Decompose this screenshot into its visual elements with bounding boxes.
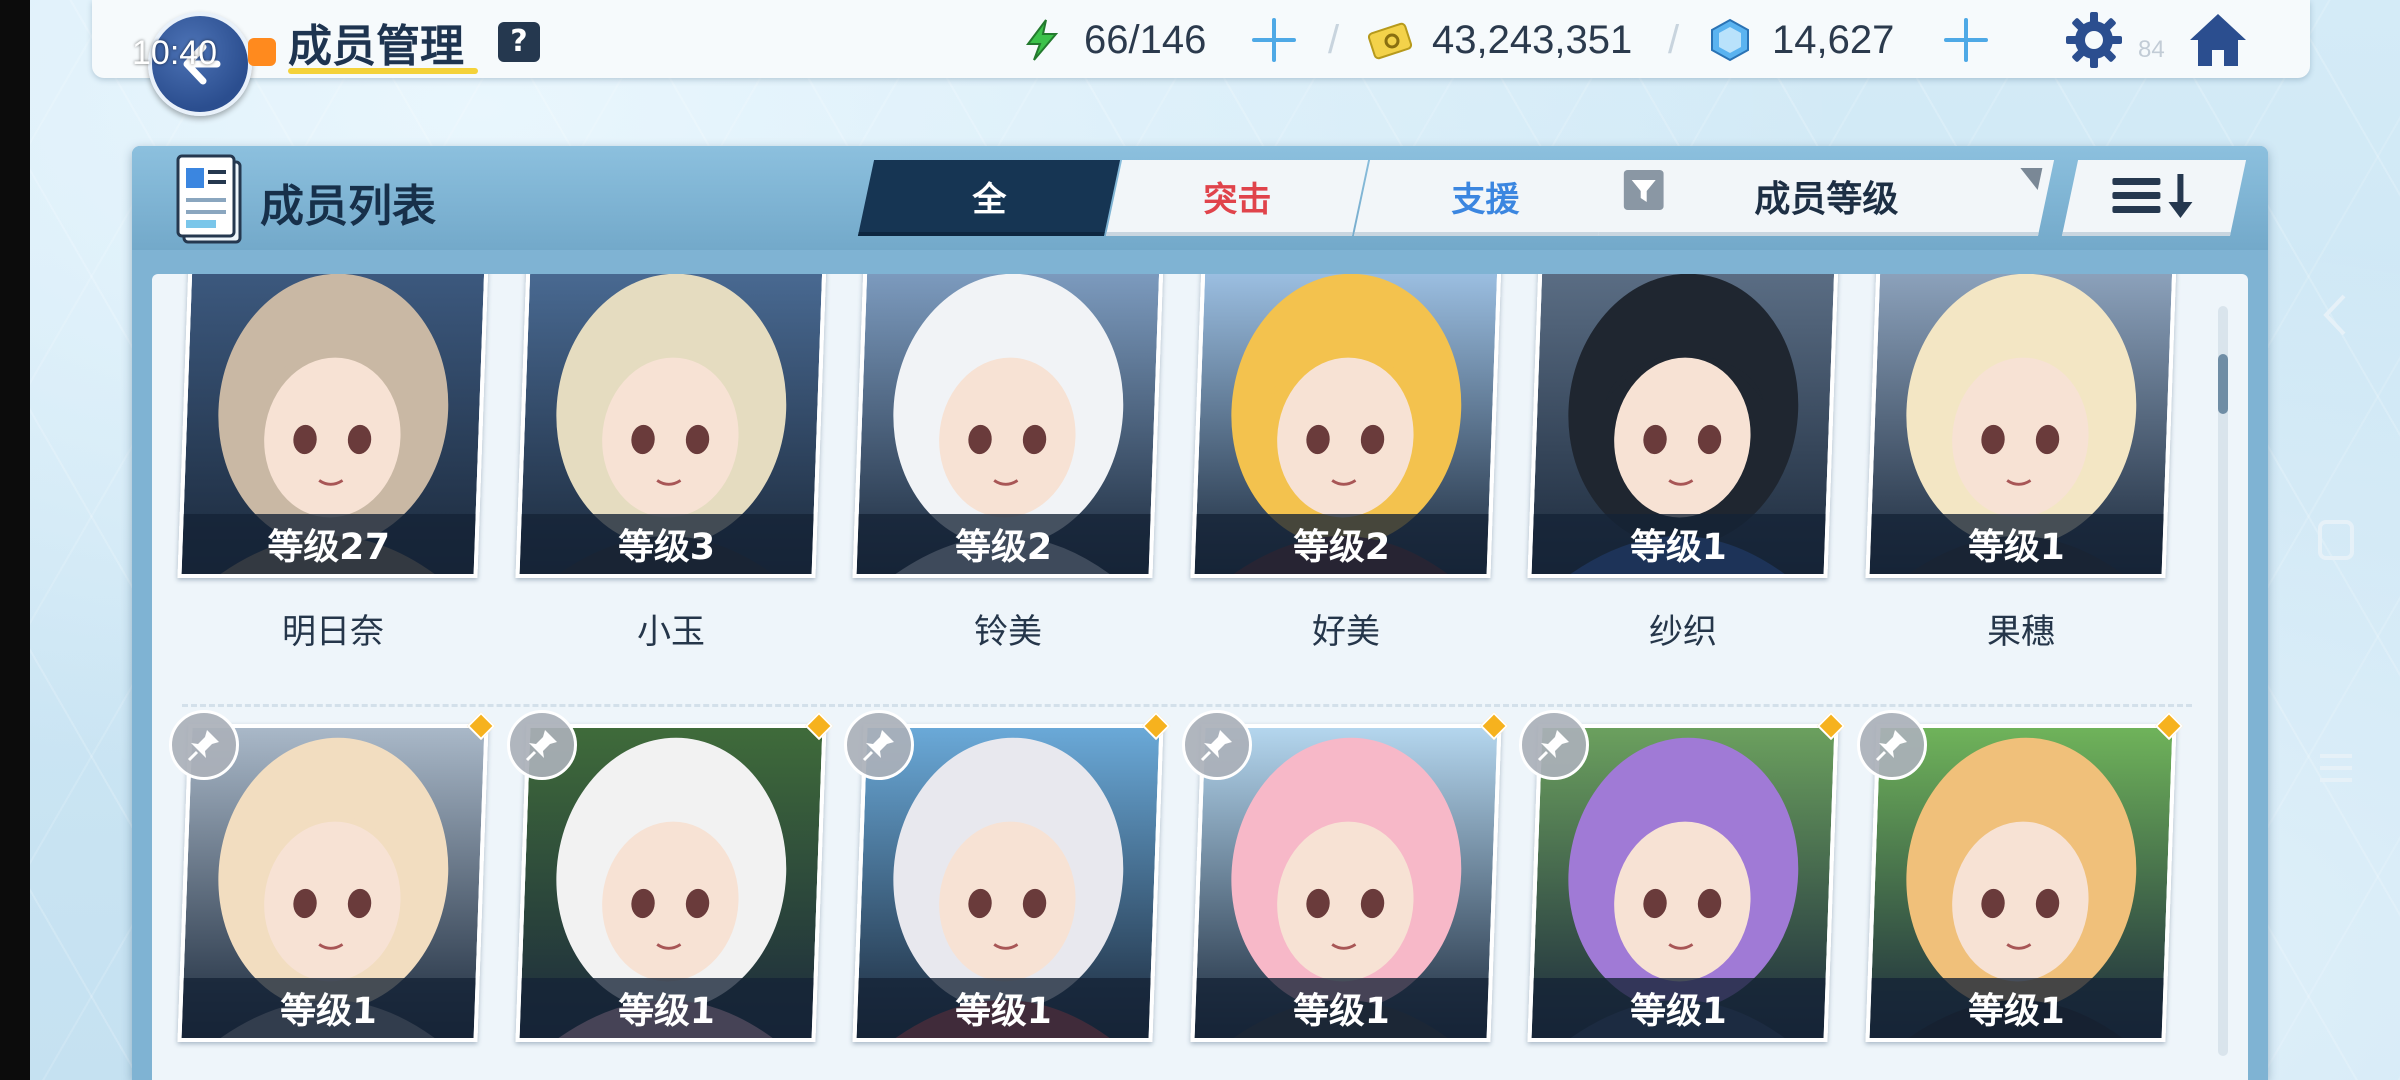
member-panel: 成员列表 全 突击 支援 成员等级 等级27 明日奈 等级3 小玉 等级2 铃美… <box>132 146 2268 1080</box>
gem-value: 14,627 <box>1772 17 1895 62</box>
credit-card-icon <box>1368 22 1412 60</box>
member-card[interactable]: 等级1 <box>1182 710 1509 1080</box>
member-name: 小玉 <box>637 612 705 652</box>
ap-value: 66/146 <box>1084 17 1207 62</box>
member-level: 等级1 <box>1531 514 1826 574</box>
pin-icon <box>1200 730 1232 762</box>
sort-dropdown[interactable]: 成员等级 <box>1597 160 2055 236</box>
divider: / <box>1328 18 1340 62</box>
member-portrait: 等级27 <box>177 274 489 578</box>
member-portrait: 等级3 <box>515 274 827 578</box>
pin-button[interactable] <box>507 710 577 780</box>
tab-label: 支援 <box>1451 179 1520 220</box>
member-level: 等级27 <box>181 514 476 574</box>
notification-icon <box>248 38 276 66</box>
member-card[interactable]: 等级1 纱织 <box>1527 274 1839 660</box>
scrollbar[interactable] <box>2218 306 2228 1056</box>
member-card[interactable]: 等级1 <box>169 710 496 1080</box>
divider: / <box>1668 18 1680 62</box>
pin-button[interactable] <box>169 710 239 780</box>
tab-striker[interactable]: 突击 <box>1105 160 1369 236</box>
member-card[interactable]: 等级1 果穗 <box>1865 274 2177 660</box>
screen-edge <box>0 0 30 1080</box>
panel-header: 成员列表 全 突击 支援 成员等级 <box>132 146 2268 250</box>
member-portrait: 等级2 <box>852 274 1164 578</box>
member-level: 等级1 <box>1194 978 1489 1038</box>
member-name: 明日奈 <box>282 612 384 652</box>
home-icon[interactable] <box>2186 10 2250 70</box>
pin-icon <box>525 730 557 762</box>
member-list-icon <box>176 154 242 244</box>
member-level: 等级2 <box>856 514 1151 574</box>
credit-display: 43,243,351 <box>1368 12 1632 68</box>
member-card[interactable]: 等级1 <box>844 710 1171 1080</box>
member-portrait: 等级1 <box>1527 274 1839 578</box>
pin-icon <box>187 730 219 762</box>
member-name: 好美 <box>1312 612 1380 652</box>
member-level: 等级3 <box>519 514 814 574</box>
gem-display: 14,627 <box>1708 12 1894 68</box>
faint-number: 84 <box>2138 36 2165 63</box>
member-portrait: 等级1 <box>1865 274 2177 578</box>
pin-button[interactable] <box>1182 710 1252 780</box>
pin-button[interactable] <box>844 710 914 780</box>
row-divider <box>182 704 2192 707</box>
member-card[interactable]: 等级3 小玉 <box>515 274 827 660</box>
pin-icon <box>1537 730 1569 762</box>
help-button[interactable]: ? <box>498 22 540 62</box>
pin-icon <box>1875 730 1907 762</box>
nav-back-icon[interactable] <box>2316 290 2356 340</box>
member-level: 等级1 <box>1869 978 2164 1038</box>
member-level: 等级1 <box>856 978 1151 1038</box>
sort-order-button[interactable] <box>2061 160 2247 236</box>
tab-label: 突击 <box>1203 179 1272 220</box>
member-card[interactable]: 等级2 好美 <box>1190 274 1502 660</box>
page-title: 成员管理 <box>288 21 464 72</box>
member-level: 等级1 <box>1869 514 2164 574</box>
member-level: 等级1 <box>519 978 814 1038</box>
sort-order-icon <box>2112 174 2193 218</box>
member-name: 纱织 <box>1649 612 1717 652</box>
member-name: 铃美 <box>974 612 1042 652</box>
title-underline <box>288 68 478 74</box>
scroll-thumb[interactable] <box>2218 354 2228 414</box>
ap-bolt-icon <box>1026 19 1059 61</box>
member-card[interactable]: 等级1 <box>1857 710 2184 1080</box>
ap-display: 66/146 <box>1020 12 1206 68</box>
tab-all[interactable]: 全 <box>857 160 1121 236</box>
sort-label: 成员等级 <box>1754 179 1899 220</box>
tab-special[interactable]: 支援 <box>1353 160 1617 236</box>
gem-icon <box>1711 18 1749 62</box>
member-level: 等级1 <box>1531 978 1826 1038</box>
member-grid: 等级27 明日奈 等级3 小玉 等级2 铃美 等级2 好美 等级1 纱织 等级1 果穗 等级1 等级1 等级… <box>152 274 2248 1080</box>
role-tabs: 全 突击 支援 <box>857 160 1617 236</box>
ap-add-button[interactable] <box>1248 14 1300 66</box>
gem-add-button[interactable] <box>1940 14 1992 66</box>
panel-title: 成员列表 <box>260 181 436 232</box>
member-level: 等级2 <box>1194 514 1489 574</box>
member-card[interactable]: 等级2 铃美 <box>852 274 1164 660</box>
nav-home-icon[interactable] <box>2316 518 2356 562</box>
member-card[interactable]: 等级1 <box>507 710 834 1080</box>
nav-menu-icon[interactable] <box>2316 748 2356 788</box>
credit-value: 43,243,351 <box>1432 17 1633 62</box>
pin-button[interactable] <box>1519 710 1589 780</box>
status-clock: 10:40 <box>132 34 218 72</box>
member-level: 等级1 <box>181 978 476 1038</box>
pin-button[interactable] <box>1857 710 1927 780</box>
tab-label: 全 <box>972 179 1007 220</box>
member-card[interactable]: 等级1 <box>1519 710 1846 1080</box>
member-card[interactable]: 等级27 明日奈 <box>177 274 489 660</box>
pin-icon <box>862 730 894 762</box>
member-name: 果穗 <box>1987 612 2055 652</box>
settings-icon[interactable] <box>2064 10 2124 70</box>
member-portrait: 等级2 <box>1190 274 1502 578</box>
